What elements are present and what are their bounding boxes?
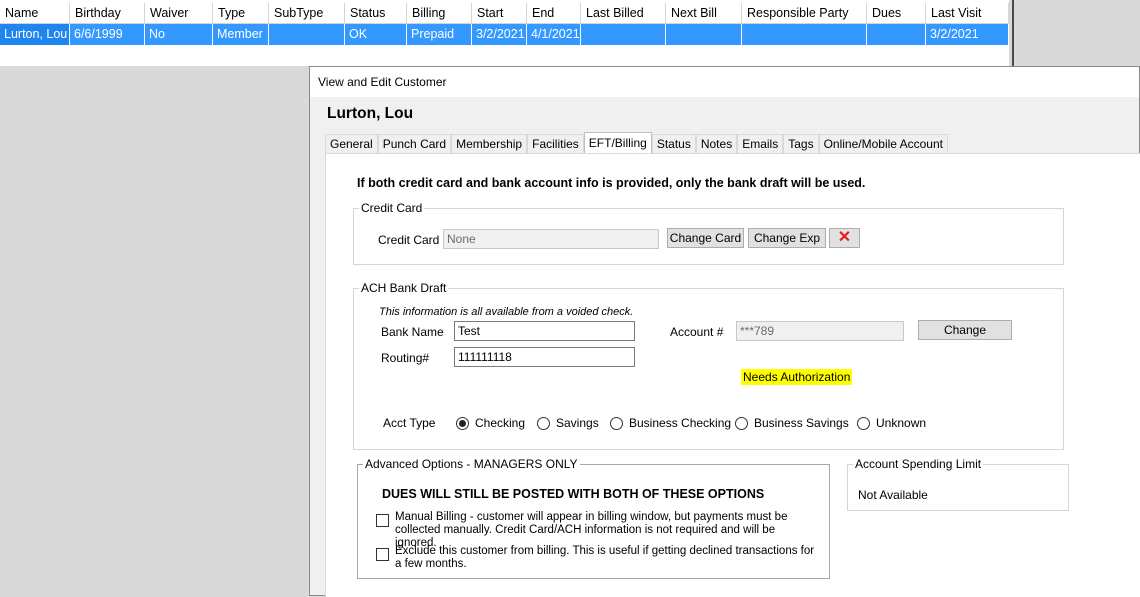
cell-billing[interactable]: Prepaid xyxy=(407,24,472,45)
radio-business-savings[interactable]: Business Savings xyxy=(735,416,849,430)
tab-eft-billing[interactable]: EFT/Billing xyxy=(583,132,652,154)
eft-billing-panel: If both credit card and bank account inf… xyxy=(325,153,1140,597)
table-row[interactable]: Lurton, Lou 6/6/1999 No Member OK Prepai… xyxy=(0,24,1009,45)
credit-card-group-label: Credit Card xyxy=(361,201,423,215)
radio-savings[interactable]: Savings xyxy=(537,416,599,430)
account-label: Account # xyxy=(670,325,724,339)
radio-unknown-label: Unknown xyxy=(876,416,927,430)
tab-membership[interactable]: Membership xyxy=(451,134,528,154)
column-header-name[interactable]: Name xyxy=(0,3,70,24)
radio-savings-indicator[interactable] xyxy=(537,416,550,430)
dialog-title: View and Edit Customer xyxy=(310,67,1139,97)
tab-status[interactable]: Status xyxy=(651,134,696,154)
change-card-button[interactable]: Change Card xyxy=(667,228,744,248)
column-header-responsible-party[interactable]: Responsible Party xyxy=(742,3,867,24)
account-field[interactable]: ***789 xyxy=(736,321,904,341)
radio-savings-label: Savings xyxy=(556,416,599,430)
radio-checking[interactable]: Checking xyxy=(456,416,525,430)
customer-name-heading: Lurton, Lou xyxy=(327,105,414,122)
tab-online-mobile-account[interactable]: Online/Mobile Account xyxy=(818,134,948,154)
cell-last-visit[interactable]: 3/2/2021 xyxy=(926,24,1009,45)
radio-unknown[interactable]: Unknown xyxy=(857,416,926,430)
cell-subtype[interactable] xyxy=(269,24,345,45)
cell-name[interactable]: Lurton, Lou xyxy=(0,24,70,45)
grid-empty-area xyxy=(0,45,1009,66)
customer-grid: Name Birthday Waiver Type SubType Status… xyxy=(0,0,1009,66)
manual-billing-checkbox[interactable] xyxy=(376,514,389,527)
column-header-subtype[interactable]: SubType xyxy=(269,3,345,24)
radio-checking-indicator[interactable] xyxy=(456,416,469,430)
cell-waiver[interactable]: No xyxy=(145,24,213,45)
cell-dues[interactable] xyxy=(867,24,926,45)
grid-side-panel xyxy=(1012,0,1140,66)
radio-business-checking[interactable]: Business Checking xyxy=(610,416,731,430)
radio-unknown-indicator[interactable] xyxy=(857,416,870,430)
exclude-billing-checkbox[interactable] xyxy=(376,548,389,561)
column-header-birthday[interactable]: Birthday xyxy=(70,3,145,24)
column-header-last-billed[interactable]: Last Billed xyxy=(581,3,666,24)
radio-business-checking-indicator[interactable] xyxy=(610,416,623,430)
change-account-button[interactable]: Change xyxy=(918,320,1012,340)
credit-card-field[interactable]: None xyxy=(443,229,659,249)
delete-card-button[interactable]: ✕ xyxy=(829,228,860,248)
cell-birthday[interactable]: 6/6/1999 xyxy=(70,24,145,45)
radio-business-savings-indicator[interactable] xyxy=(735,416,748,430)
ach-hint: This information is all available from a… xyxy=(379,306,634,318)
needs-authorization-text: Needs Authorization xyxy=(741,369,853,385)
cell-last-billed[interactable] xyxy=(581,24,666,45)
cell-start[interactable]: 3/2/2021 xyxy=(472,24,527,45)
column-header-billing[interactable]: Billing xyxy=(407,3,472,24)
billing-notice: If both credit card and bank account inf… xyxy=(357,176,866,190)
advanced-options-label: Advanced Options - MANAGERS ONLY xyxy=(365,457,578,471)
needs-authorization-badge: Needs Authorization xyxy=(741,369,853,385)
acct-type-label: Acct Type xyxy=(383,416,436,430)
tab-tags[interactable]: Tags xyxy=(783,134,819,154)
view-edit-customer-dialog: View and Edit Customer Lurton, Lou Gener… xyxy=(309,66,1140,597)
column-header-status[interactable]: Status xyxy=(345,3,407,24)
tab-notes[interactable]: Notes xyxy=(695,134,738,154)
tab-punch-card[interactable]: Punch Card xyxy=(377,134,452,154)
dues-warning: DUES WILL STILL BE POSTED WITH BOTH OF T… xyxy=(382,487,765,501)
column-header-type[interactable]: Type xyxy=(213,3,269,24)
cell-next-bill[interactable] xyxy=(666,24,742,45)
tab-emails[interactable]: Emails xyxy=(737,134,784,154)
tab-strip: General Punch Card Membership Facilities… xyxy=(325,132,948,154)
credit-card-label: Credit Card xyxy=(378,233,440,247)
spending-limit-label: Account Spending Limit xyxy=(855,457,982,471)
radio-business-checking-label: Business Checking xyxy=(629,416,732,430)
change-exp-button[interactable]: Change Exp xyxy=(748,228,826,248)
routing-field[interactable]: 111111118 xyxy=(454,347,635,367)
grid-header-row: Name Birthday Waiver Type SubType Status… xyxy=(0,3,1009,24)
account-spending-limit-group: Account Spending Limit xyxy=(847,457,1069,511)
cell-end[interactable]: 4/1/2021 xyxy=(527,24,581,45)
bank-name-label: Bank Name xyxy=(381,325,444,339)
cell-responsible-party[interactable] xyxy=(742,24,867,45)
bank-name-field[interactable]: Test xyxy=(454,321,635,341)
close-icon: ✕ xyxy=(837,229,852,246)
cell-status[interactable]: OK xyxy=(345,24,407,45)
spending-limit-value: Not Available xyxy=(858,488,928,502)
column-header-next-bill[interactable]: Next Bill xyxy=(666,3,742,24)
radio-checking-label: Checking xyxy=(475,416,526,430)
cell-type[interactable]: Member xyxy=(213,24,269,45)
column-header-start[interactable]: Start xyxy=(472,3,527,24)
tab-facilities[interactable]: Facilities xyxy=(527,134,584,154)
exclude-billing-label: Exclude this customer from billing. This… xyxy=(395,545,815,570)
column-header-end[interactable]: End xyxy=(527,3,581,24)
column-header-last-visit[interactable]: Last Visit xyxy=(926,3,1009,24)
radio-business-savings-label: Business Savings xyxy=(754,416,849,430)
routing-label: Routing# xyxy=(381,351,430,365)
column-header-dues[interactable]: Dues xyxy=(867,3,926,24)
tab-general[interactable]: General xyxy=(325,134,378,154)
exclude-billing-option[interactable]: Exclude this customer from billing. This… xyxy=(376,545,816,571)
column-header-waiver[interactable]: Waiver xyxy=(145,3,213,24)
ach-group-label: ACH Bank Draft xyxy=(361,281,447,295)
